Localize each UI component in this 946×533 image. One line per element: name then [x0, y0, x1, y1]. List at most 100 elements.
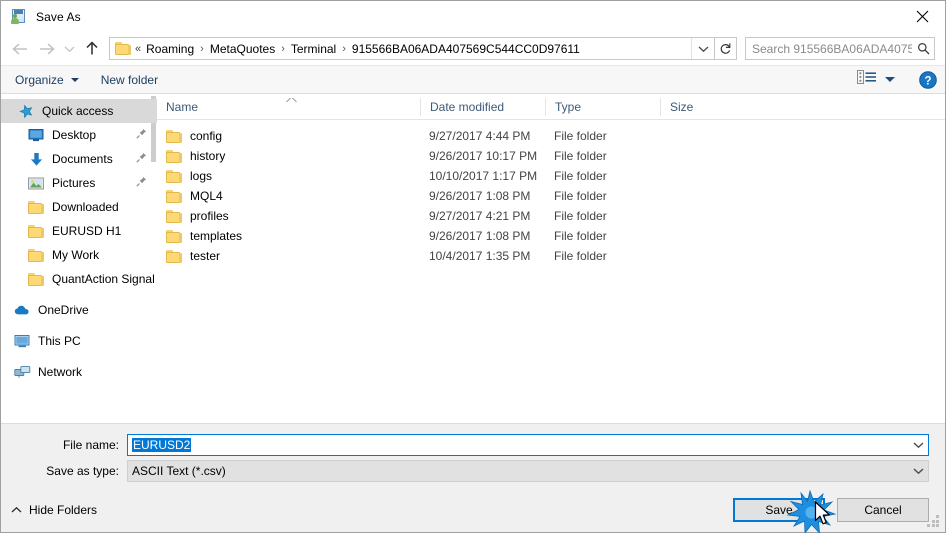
- column-header-date-modified[interactable]: Date modified: [420, 97, 545, 116]
- column-header-size[interactable]: Size: [660, 97, 740, 116]
- file-name-cell: templates: [157, 229, 420, 243]
- column-label: Type: [555, 99, 582, 114]
- sidebar-item-quick-access[interactable]: Quick access: [1, 99, 157, 123]
- chevron-down-icon[interactable]: [908, 461, 928, 481]
- save-as-type-select[interactable]: ASCII Text (*.csv): [127, 460, 929, 482]
- file-date-cell: 9/27/2017 4:21 PM: [429, 209, 531, 223]
- chevron-down-icon[interactable]: [908, 435, 928, 455]
- network-icon: [13, 364, 31, 380]
- sidebar-item-my-work[interactable]: My Work: [1, 243, 157, 267]
- sidebar-item-onedrive[interactable]: OneDrive: [1, 298, 157, 322]
- file-name-cell: tester: [157, 249, 420, 263]
- recent-locations-chevron-icon[interactable]: [59, 36, 79, 62]
- table-row[interactable]: history 9/26/2017 10:17 PM File folder: [157, 146, 945, 166]
- folder-icon: [166, 129, 182, 143]
- save-as-icon: [10, 8, 27, 25]
- file-name-row: File name: EURUSD2: [1, 434, 945, 456]
- refresh-icon[interactable]: [715, 37, 737, 60]
- breadcrumb-item-instance-id[interactable]: 915566BA06ADA407569C544CC0D97611: [349, 40, 583, 58]
- column-label: Size: [670, 99, 694, 114]
- file-type-cell: File folder: [554, 209, 607, 223]
- file-name-input[interactable]: EURUSD2: [127, 434, 929, 456]
- file-date-cell: 9/26/2017 1:08 PM: [429, 189, 531, 203]
- sidebar-item-label: Documents: [52, 152, 113, 166]
- file-date-cell: 10/4/2017 1:35 PM: [429, 249, 531, 263]
- file-name-cell: MQL4: [157, 189, 420, 203]
- pin-icon[interactable]: [136, 176, 147, 190]
- pin-icon[interactable]: [136, 152, 147, 166]
- sidebar-item-label: This PC: [38, 334, 81, 348]
- table-row[interactable]: MQL4 9/26/2017 1:08 PM File folder: [157, 186, 945, 206]
- sidebar-item-label: Downloaded: [52, 200, 119, 214]
- close-icon[interactable]: [900, 1, 945, 31]
- view-options-icon[interactable]: [857, 69, 877, 90]
- this-pc-icon: [13, 333, 31, 349]
- sidebar-item-eurusd-h1[interactable]: EURUSD H1: [1, 219, 157, 243]
- sidebar-item-downloaded[interactable]: Downloaded: [1, 195, 157, 219]
- table-row[interactable]: config 9/27/2017 4:44 PM File folder: [157, 126, 945, 146]
- star-icon: [17, 103, 35, 119]
- new-folder-label: New folder: [100, 72, 159, 87]
- folder-icon: [166, 189, 182, 203]
- sidebar-item-label: OneDrive: [38, 303, 89, 317]
- search-input[interactable]: Search 915566BA06ADA40756...: [745, 37, 935, 60]
- sidebar-item-network[interactable]: Network: [1, 360, 157, 384]
- breadcrumb-item-terminal[interactable]: Terminal: [288, 40, 339, 58]
- resize-grip-icon[interactable]: [927, 515, 940, 528]
- table-row[interactable]: profiles 9/27/2017 4:21 PM File folder: [157, 206, 945, 226]
- up-arrow-icon[interactable]: [79, 36, 105, 62]
- command-toolbar: Organize New folder ?: [1, 65, 945, 94]
- sidebar-item-pictures[interactable]: Pictures: [1, 171, 157, 195]
- column-label: Date modified: [430, 99, 505, 114]
- file-name-label: File name:: [62, 438, 119, 452]
- chevron-down-icon[interactable]: [885, 77, 895, 82]
- address-bar-row: « Roaming › MetaQuotes › Terminal › 9155…: [1, 32, 945, 65]
- file-name-label: profiles: [190, 209, 229, 223]
- sidebar-item-label: EURUSD H1: [52, 224, 122, 238]
- folder-icon: [27, 247, 45, 263]
- hide-folders-label: Hide Folders: [29, 502, 98, 517]
- cancel-button[interactable]: Cancel: [837, 497, 929, 522]
- cancel-button-label: Cancel: [864, 502, 902, 517]
- file-date-cell: 9/27/2017 4:44 PM: [429, 129, 531, 143]
- help-icon[interactable]: ?: [919, 70, 937, 89]
- table-row[interactable]: logs 10/10/2017 1:17 PM File folder: [157, 166, 945, 186]
- folder-icon: [166, 149, 182, 163]
- new-folder-button[interactable]: New folder: [101, 73, 158, 87]
- forward-arrow-icon[interactable]: [33, 36, 59, 62]
- sidebar-item-desktop[interactable]: Desktop: [1, 123, 157, 147]
- chevron-down-icon[interactable]: [691, 38, 714, 59]
- file-name-cell: profiles: [157, 209, 420, 223]
- sidebar-item-this-pc[interactable]: This PC: [1, 329, 157, 353]
- hide-folders-button[interactable]: Hide Folders: [11, 503, 97, 517]
- file-name-label: logs: [190, 169, 213, 183]
- column-label: Name: [166, 99, 199, 114]
- breadcrumb-item-roaming[interactable]: Roaming: [143, 40, 197, 58]
- file-name-selected-text: EURUSD2: [132, 438, 192, 452]
- file-type-cell: File folder: [554, 189, 607, 203]
- folder-icon: [166, 169, 182, 183]
- file-type-cell: File folder: [554, 169, 607, 183]
- sidebar-item-quantaction-signal[interactable]: QuantAction Signal: [1, 267, 157, 291]
- column-header-name[interactable]: Name: [157, 97, 420, 116]
- back-arrow-icon[interactable]: [7, 36, 33, 62]
- breadcrumb-item-metaquotes[interactable]: MetaQuotes: [207, 40, 278, 58]
- sidebar-item-label: Pictures: [52, 176, 96, 190]
- save-button[interactable]: Save: [733, 497, 825, 522]
- breadcrumb-overflow[interactable]: «: [134, 43, 143, 55]
- table-row[interactable]: templates 9/26/2017 1:08 PM File folder: [157, 226, 945, 246]
- svg-text:?: ?: [924, 75, 931, 87]
- folder-icon: [27, 199, 45, 215]
- table-row[interactable]: tester 10/4/2017 1:35 PM File folder: [157, 246, 945, 266]
- desktop-icon: [27, 127, 45, 143]
- toolbar-right-group: ?: [857, 69, 937, 90]
- sidebar-item-label: Desktop: [52, 128, 97, 142]
- column-header-type[interactable]: Type: [545, 97, 660, 116]
- breadcrumb-bar[interactable]: « Roaming › MetaQuotes › Terminal › 9155…: [109, 37, 715, 60]
- file-name-label: templates: [190, 229, 243, 243]
- sidebar-item-documents[interactable]: Documents: [1, 147, 157, 171]
- organize-button[interactable]: Organize: [15, 73, 79, 87]
- file-name-label: history: [190, 149, 226, 163]
- pin-icon[interactable]: [136, 128, 147, 142]
